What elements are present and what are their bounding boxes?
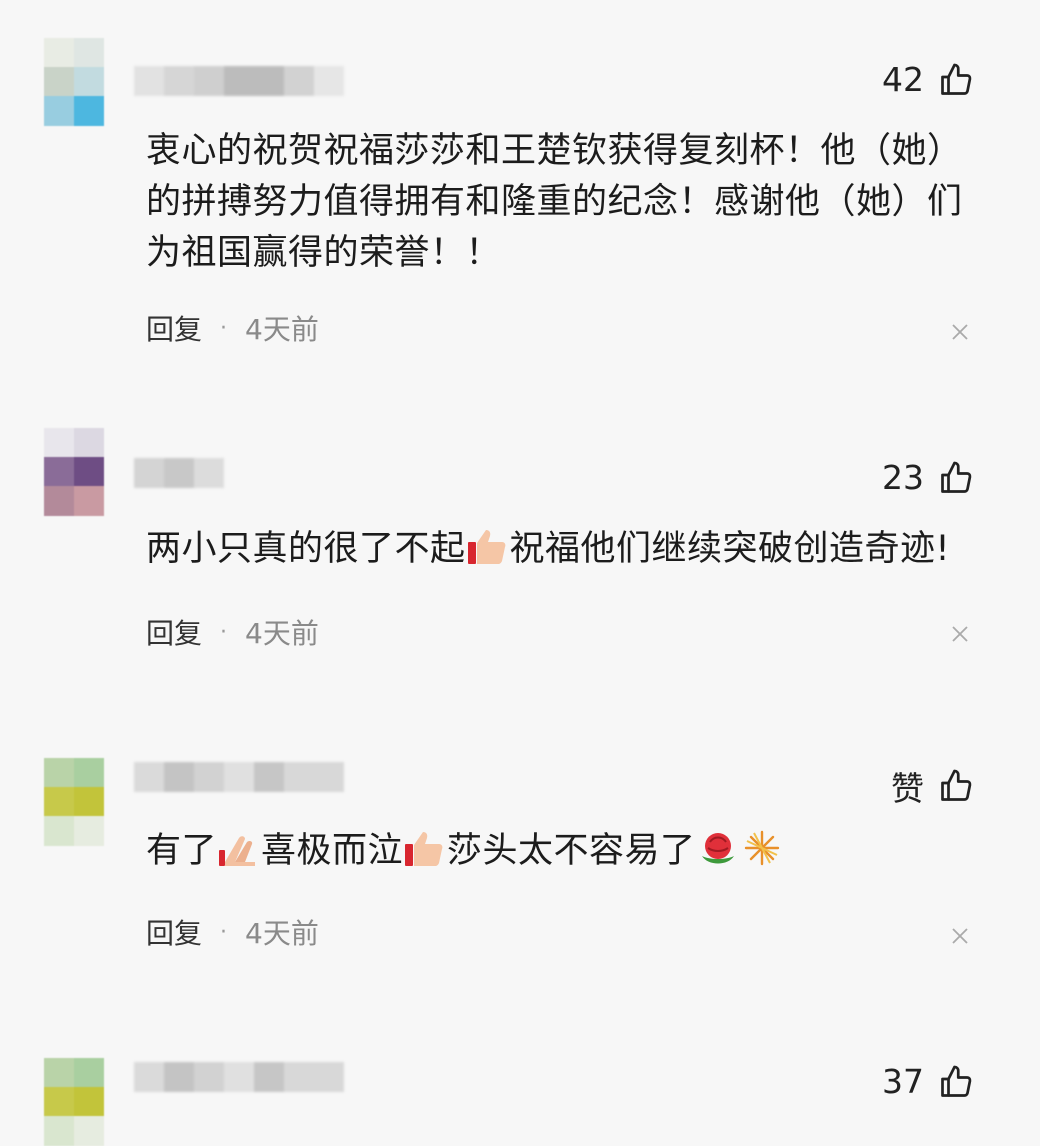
timestamp: 4天前 xyxy=(245,617,319,650)
reply-button[interactable]: 回复 xyxy=(146,612,202,652)
like-control[interactable]: 37 xyxy=(882,1062,974,1101)
rose-emoji xyxy=(701,833,734,864)
reply-button[interactable]: 回复 xyxy=(146,912,202,952)
thumbs-up-icon[interactable] xyxy=(938,62,974,98)
avatar[interactable] xyxy=(44,758,104,846)
comment-text-part: 莎头太不容易了 xyxy=(447,831,696,871)
comment-text: 衷心的祝贺祝福莎莎和王楚钦获得复刻杯！他（她）的拼搏努力值得拥有和隆重的纪念！感… xyxy=(146,131,963,273)
sparkler-emoji xyxy=(744,830,779,866)
comment-text-part: 两小只真的很了不起 xyxy=(146,529,466,569)
username-blurred[interactable] xyxy=(134,1062,344,1092)
comment-text-part: 祝福他们继续突破创造奇迹! xyxy=(509,529,951,569)
reply-button[interactable]: 回复 xyxy=(146,308,202,348)
timestamp: 4天前 xyxy=(245,313,319,346)
avatar[interactable] xyxy=(44,428,104,516)
like-control[interactable]: 23 xyxy=(882,458,974,497)
like-count: 23 xyxy=(882,458,924,497)
comment-text: 有了 喜极而泣 莎头太不容易了 xyxy=(146,826,966,877)
thumbs-up-icon[interactable] xyxy=(938,460,974,496)
separator-dot: · xyxy=(220,919,228,945)
thumbs-up-emoji xyxy=(405,832,443,866)
thumbs-up-icon[interactable] xyxy=(938,768,974,804)
comment-text-part: 喜极而泣 xyxy=(261,831,404,871)
like-count: 42 xyxy=(882,60,924,99)
thumbs-up-emoji xyxy=(467,530,505,564)
comment-text: 两小只真的很了不起 祝福他们继续突破创造奇迹! xyxy=(146,524,1006,575)
thumbs-up-icon[interactable] xyxy=(938,1064,974,1100)
avatar[interactable] xyxy=(44,38,104,126)
close-icon[interactable] xyxy=(950,624,970,644)
separator-dot: · xyxy=(220,315,228,341)
comment-text-part: 有了 xyxy=(146,831,218,871)
avatar[interactable] xyxy=(44,1058,104,1146)
close-icon[interactable] xyxy=(950,322,970,342)
separator-dot: · xyxy=(220,619,228,645)
close-icon[interactable] xyxy=(950,926,970,946)
username-blurred[interactable] xyxy=(134,458,224,488)
username-blurred[interactable] xyxy=(134,66,344,96)
like-control[interactable]: 赞 xyxy=(891,762,974,810)
like-label: 赞 xyxy=(891,769,924,808)
like-control[interactable]: 42 xyxy=(882,60,974,99)
folded-hands-emoji xyxy=(219,836,256,866)
username-blurred[interactable] xyxy=(134,762,344,792)
like-count: 37 xyxy=(882,1062,924,1101)
timestamp: 4天前 xyxy=(245,917,319,950)
